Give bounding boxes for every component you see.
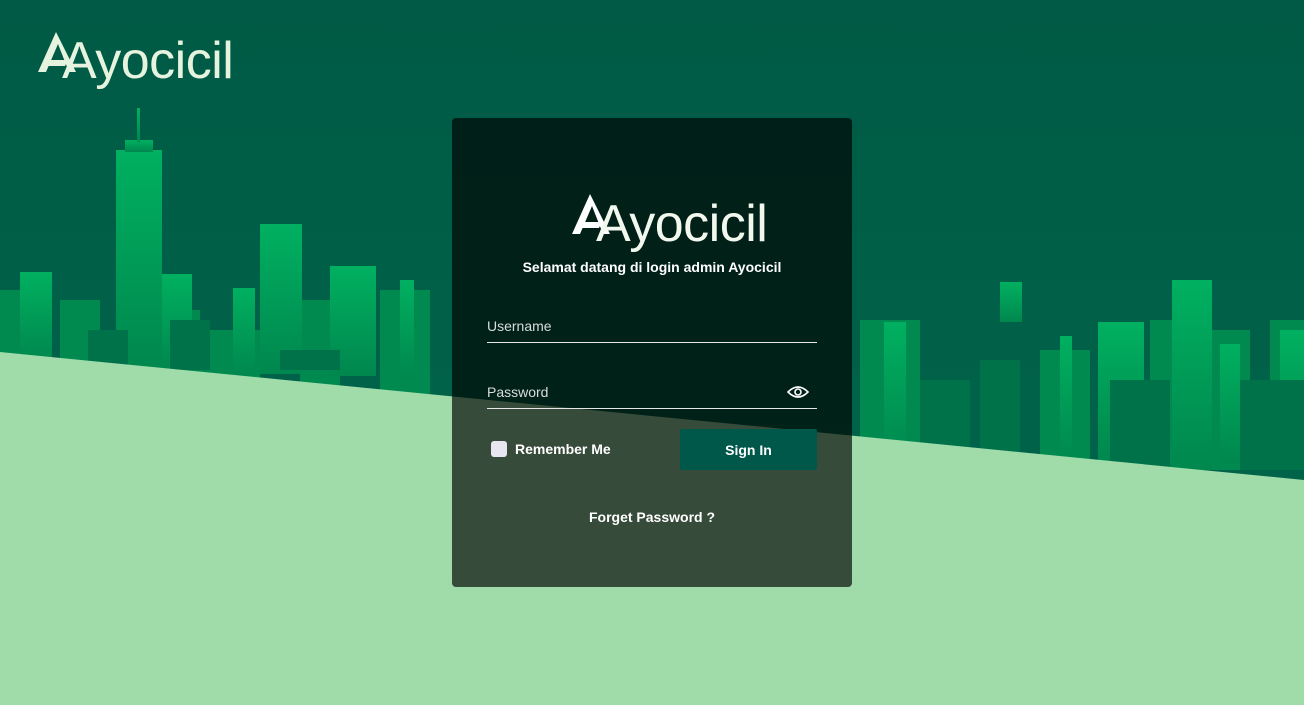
brand-logo: Ayocicil	[38, 30, 234, 90]
remember-label: Remember Me	[515, 441, 611, 457]
login-card: Ayocicil Selamat datang di login admin A…	[452, 118, 852, 587]
sign-in-button[interactable]: Sign In	[680, 429, 817, 470]
login-page: Ayocicil Ayocicil Selamat datang di logi…	[0, 0, 1304, 705]
brand-name: Ayocicil	[62, 32, 234, 90]
username-input[interactable]	[487, 310, 817, 342]
password-field	[487, 376, 817, 409]
remember-checkbox[interactable]	[491, 441, 507, 457]
forgot-password-link[interactable]: Forget Password ?	[452, 509, 852, 525]
eye-icon[interactable]	[787, 385, 809, 399]
card-brand-name: Ayocicil	[596, 195, 768, 253]
username-field	[487, 310, 817, 343]
card-logo: Ayocicil	[572, 192, 768, 253]
welcome-text: Selamat datang di login admin Ayocicil	[522, 259, 782, 275]
password-input[interactable]	[487, 376, 817, 408]
remember-me[interactable]: Remember Me	[491, 441, 611, 457]
